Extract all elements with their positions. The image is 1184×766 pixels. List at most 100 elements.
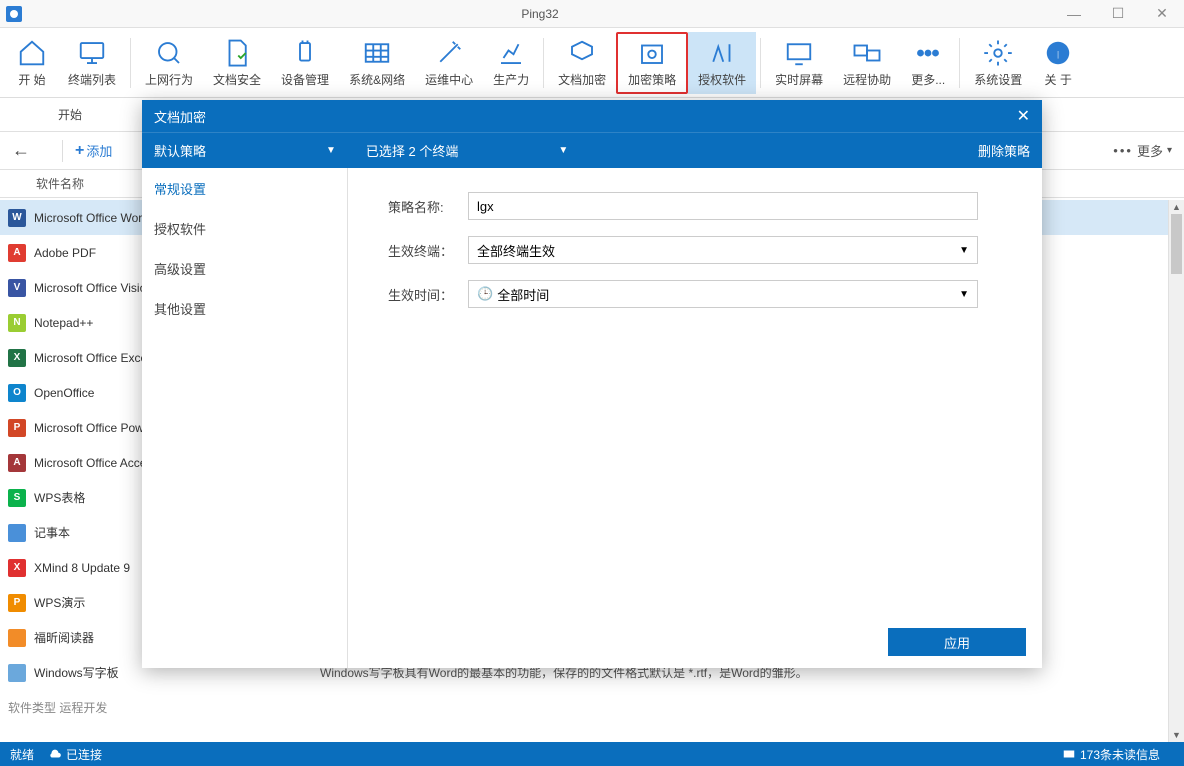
- chevron-down-icon: ▼: [959, 289, 969, 300]
- software-icon: N: [8, 314, 26, 332]
- tool-internet-behavior[interactable]: 上网行为: [135, 32, 203, 94]
- tool-remote-assist[interactable]: 远程协助: [833, 32, 901, 94]
- tool-realtime-screen[interactable]: 实时屏幕: [765, 32, 833, 94]
- dialog-toolbar: 默认策略 ▼ 已选择 2 个终端 ▼ 删除策略: [142, 132, 1042, 168]
- software-icon: [8, 524, 26, 542]
- separator: [760, 38, 761, 88]
- chevron-down-icon: ▾: [1167, 145, 1172, 156]
- separator: [130, 38, 131, 88]
- software-name: Microsoft Office Access: [34, 456, 158, 470]
- tool-ops-center[interactable]: 运维中心: [415, 32, 483, 94]
- chart-icon: [495, 37, 527, 69]
- dialog-titlebar: 文档加密 ✕: [142, 100, 1042, 132]
- chevron-down-icon: ▼: [326, 145, 336, 156]
- cube-shield-icon: [566, 37, 598, 69]
- software-icon: [8, 629, 26, 647]
- software-icon: A: [8, 454, 26, 472]
- separator: [543, 38, 544, 88]
- tool-more[interactable]: 更多...: [901, 32, 955, 94]
- dialog-content: 策略名称: 生效终端： 全部终端生效 ▼ 生效时间： 🕒 全部时间 ▼ 应用: [348, 168, 1042, 668]
- close-button[interactable]: ✕: [1140, 0, 1184, 28]
- dots-icon: •••: [1113, 143, 1133, 158]
- mail-icon: [1062, 747, 1076, 761]
- software-icon: X: [8, 349, 26, 367]
- tool-document-encryption[interactable]: 文档加密: [548, 32, 616, 94]
- usb-icon: [289, 37, 321, 69]
- status-unread[interactable]: 173条未读信息: [1062, 746, 1160, 763]
- chevron-down-icon: ▼: [959, 245, 969, 256]
- software-name: 记事本: [34, 524, 70, 541]
- maximize-button[interactable]: ☐: [1096, 0, 1140, 28]
- software-row-partial: 软件类型 运程开发: [0, 690, 1184, 725]
- window-title: Ping32: [28, 7, 1052, 21]
- terminal-dropdown[interactable]: 已选择 2 个终端 ▼: [366, 141, 568, 160]
- sidebar-item[interactable]: 授权软件: [142, 208, 347, 248]
- statusbar: 就绪 已连接 173条未读信息: [0, 742, 1184, 766]
- software-icon: V: [8, 279, 26, 297]
- software-icon: S: [8, 489, 26, 507]
- software-icon: W: [8, 209, 26, 227]
- globe-search-icon: [153, 37, 185, 69]
- remote-icon: [851, 37, 883, 69]
- plus-icon: +: [75, 142, 84, 160]
- screen-icon: [783, 37, 815, 69]
- apply-button[interactable]: 应用: [888, 628, 1026, 656]
- lock-window-icon: [636, 38, 668, 69]
- software-name: WPS表格: [34, 489, 85, 506]
- status-connected: 已连接: [48, 746, 102, 763]
- titlebar: Ping32 — ☐ ✕: [0, 0, 1184, 28]
- app-icon: [6, 6, 22, 22]
- delete-policy-button[interactable]: 删除策略: [978, 141, 1030, 160]
- home-icon: [16, 37, 48, 69]
- tool-home[interactable]: 开 始: [6, 32, 58, 94]
- tool-about[interactable]: i关 于: [1032, 32, 1084, 94]
- clock-icon: 🕒: [477, 286, 493, 302]
- firewall-icon: [361, 37, 393, 69]
- software-name: XMind 8 Update 9: [34, 561, 130, 575]
- policy-dropdown[interactable]: 默认策略 ▼: [154, 141, 336, 160]
- scrollbar-thumb[interactable]: [1171, 214, 1182, 274]
- effective-terminal-select[interactable]: 全部终端生效 ▼: [468, 236, 978, 264]
- tool-device-management[interactable]: 设备管理: [271, 32, 339, 94]
- separator: [959, 38, 960, 88]
- chevron-down-icon: ▼: [558, 145, 568, 156]
- software-icon: X: [8, 559, 26, 577]
- software-icon: P: [8, 419, 26, 437]
- software-icon: [8, 664, 26, 682]
- tool-productivity[interactable]: 生产力: [483, 32, 539, 94]
- doc-shield-icon: [221, 37, 253, 69]
- tool-authorized-software[interactable]: 授权软件: [688, 32, 756, 94]
- software-name: Microsoft Office Excel: [34, 351, 150, 365]
- minimize-button[interactable]: —: [1052, 0, 1096, 28]
- column-header-name: 软件名称: [36, 175, 84, 192]
- software-name: Adobe PDF: [34, 246, 96, 260]
- vertical-scrollbar[interactable]: ▲ ▼: [1168, 200, 1184, 742]
- scroll-down-arrow[interactable]: ▼: [1169, 728, 1184, 742]
- tool-system-settings[interactable]: 系统设置: [964, 32, 1032, 94]
- wand-icon: [433, 37, 465, 69]
- tool-encryption-policy[interactable]: 加密策略: [616, 32, 688, 94]
- more-menu[interactable]: •••更多▾: [1113, 141, 1172, 160]
- dialog-sidebar: 常规设置授权软件高级设置其他设置: [142, 168, 348, 668]
- dialog-close-button[interactable]: ✕: [1017, 106, 1030, 126]
- back-button[interactable]: ←: [12, 140, 30, 161]
- status-ready: 就绪: [10, 746, 34, 763]
- effective-time-label: 生效时间：: [388, 285, 468, 304]
- tool-document-security[interactable]: 文档安全: [203, 32, 271, 94]
- dialog-title: 文档加密: [154, 107, 206, 126]
- software-name: Notepad++: [34, 316, 93, 330]
- add-button[interactable]: +添加: [75, 141, 112, 160]
- sidebar-item[interactable]: 其他设置: [142, 288, 347, 328]
- document-encryption-dialog: 文档加密 ✕ 默认策略 ▼ 已选择 2 个终端 ▼ 删除策略 常规设置授权软件高…: [142, 100, 1042, 668]
- sidebar-item[interactable]: 高级设置: [142, 248, 347, 288]
- scroll-up-arrow[interactable]: ▲: [1169, 200, 1184, 214]
- cloud-icon: [48, 747, 62, 761]
- policy-name-input[interactable]: [468, 192, 978, 220]
- effective-time-select[interactable]: 🕒 全部时间 ▼: [468, 280, 978, 308]
- sidebar-item[interactable]: 常规设置: [142, 168, 347, 208]
- effective-terminal-label: 生效终端：: [388, 241, 468, 260]
- software-icon: O: [8, 384, 26, 402]
- tool-system-network[interactable]: 系统&网络: [339, 32, 415, 94]
- separator: [62, 140, 63, 162]
- tool-terminal-list[interactable]: 终端列表: [58, 32, 126, 94]
